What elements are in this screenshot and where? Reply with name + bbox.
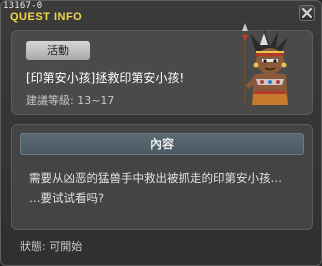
quest-header-panel: 活動 [印第安小孩]拯救印第安小孩! 建議等級: 13~17 (11, 23, 313, 115)
quest-level: 建議等級: 13~17 (26, 94, 115, 107)
content-text: 需要从凶恶的猛兽手中救出被抓走的印第安小孩… …要试试看吗? (29, 168, 303, 208)
quest-code: 13167-0 (3, 1, 43, 11)
content-line: …要试试看吗? (29, 191, 105, 205)
quest-name: [印第安小孩]拯救印第安小孩! (26, 71, 185, 85)
content-header: 內容 (20, 133, 304, 155)
quest-info-window: 13167-0 QUEST INFO 活動 [印第安小孩]拯救印第安小孩! 建議… (0, 0, 322, 266)
npc-portrait (242, 23, 288, 105)
window-title: QUEST INFO (10, 11, 83, 23)
quest-status-tag: 活動 (26, 41, 90, 60)
quest-status: 狀態: 可開始 (20, 240, 83, 253)
content-panel: 內容 需要从凶恶的猛兽手中救出被抓走的印第安小孩… …要试试看吗? (11, 124, 313, 230)
content-line: 需要从凶恶的猛兽手中救出被抓走的印第安小孩… (29, 171, 282, 185)
close-icon (302, 8, 312, 18)
close-button[interactable] (299, 5, 315, 21)
